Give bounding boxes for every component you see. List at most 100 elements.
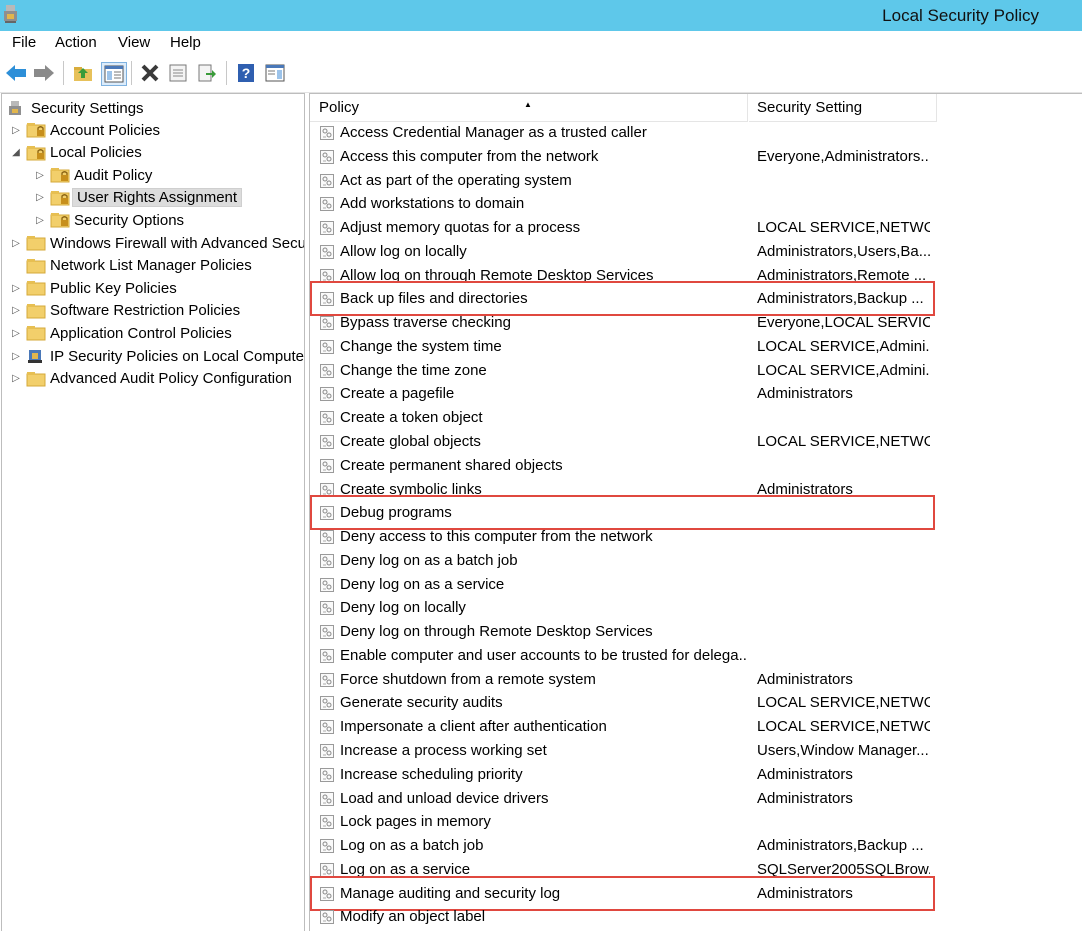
collapse-arrow-icon[interactable]: ◢: [10, 147, 22, 158]
tree-item[interactable]: ▷ Windows Firewall with Advanced Security: [10, 232, 305, 254]
tree-item-label: Public Key Policies: [50, 279, 177, 297]
console-tree[interactable]: Security Settings ▷ Account Policies ◢ Loca…: [1, 93, 305, 931]
security-setting: LOCAL SERVICE,Admini...: [757, 337, 930, 355]
show-action-pane-button[interactable]: [263, 62, 287, 84]
policy-list[interactable]: Policy ▲ Security Setting Access Credent…: [309, 93, 1082, 931]
help-button[interactable]: ?: [234, 62, 258, 84]
security-setting: Administrators: [757, 789, 853, 807]
security-setting: Users,Window Manager...: [757, 742, 929, 760]
policy-icon: [320, 696, 334, 711]
policy-row[interactable]: Deny log on through Remote Desktop Servi…: [310, 620, 1082, 644]
expand-arrow-icon[interactable]: ▷: [34, 170, 46, 181]
tree-item[interactable]: ◢ Local Policies: [10, 142, 142, 164]
security-setting: Administrators: [757, 765, 853, 783]
policy-icon: [320, 625, 334, 640]
tree-item[interactable]: ▷ Public Key Policies: [10, 277, 177, 299]
forward-icon: [34, 65, 54, 81]
menu-view[interactable]: View: [118, 34, 150, 51]
security-policy-app-icon[interactable]: [3, 3, 19, 25]
tree-item[interactable]: ▷ Software Restriction Policies: [10, 300, 240, 322]
policy-row[interactable]: Deny log on locally: [310, 596, 1082, 620]
column-header-policy[interactable]: Policy ▲: [310, 94, 748, 122]
expand-arrow-icon[interactable]: ▷: [34, 192, 46, 203]
policy-row[interactable]: Access this computer from the network Eve…: [310, 145, 1082, 169]
policy-row[interactable]: Increase scheduling priority Administrato…: [310, 763, 1082, 787]
policy-row[interactable]: Access Credential Manager as a trusted c…: [310, 121, 1082, 145]
policy-row[interactable]: Create a token object: [310, 406, 1082, 430]
export-list-button[interactable]: [195, 62, 219, 84]
policy-row[interactable]: Change the system time LOCAL SERVICE,Admi…: [310, 335, 1082, 359]
tree-item-label: User Rights Assignment: [72, 188, 243, 208]
policy-row[interactable]: Impersonate a client after authenticatio…: [310, 715, 1082, 739]
policy-row[interactable]: Log on as a batch job Administrators,Back…: [310, 834, 1082, 858]
policy-row[interactable]: Adjust memory quotas for a process LOCAL …: [310, 216, 1082, 240]
policy-row[interactable]: Add workstations to domain: [310, 192, 1082, 216]
expand-arrow-icon[interactable]: ▷: [10, 238, 22, 249]
expand-arrow-icon[interactable]: ▷: [10, 351, 22, 362]
policy-row[interactable]: Deny access to this computer from the ne…: [310, 525, 1082, 549]
up-one-level-button[interactable]: [71, 62, 95, 84]
properties-icon: [169, 64, 187, 82]
delete-button[interactable]: [138, 62, 162, 84]
column-header-security-setting[interactable]: Security Setting: [749, 94, 937, 122]
policy-icon: [320, 791, 334, 806]
policy-row[interactable]: Increase a process working set Users,Wind…: [310, 739, 1082, 763]
menu-action[interactable]: Action: [55, 34, 97, 51]
policy-row[interactable]: Change the time zone LOCAL SERVICE,Admini…: [310, 359, 1082, 383]
folder-icon: [26, 281, 46, 296]
menu-help-label: Help: [170, 34, 201, 51]
security-setting: Everyone,Administrators...: [757, 147, 930, 165]
expand-arrow-icon[interactable]: ▷: [10, 283, 22, 294]
policy-icon: [320, 601, 334, 616]
policy-icon: [320, 672, 334, 687]
tree-item[interactable]: ▷ Security Options: [34, 209, 184, 231]
toolbar: ?: [0, 55, 1082, 93]
up-folder-icon: [74, 67, 92, 81]
tree-item[interactable]: ▷ Application Control Policies: [10, 322, 232, 344]
policy-name: Modify an object label: [340, 908, 486, 926]
policy-row[interactable]: Allow log on locally Administrators,Users…: [310, 240, 1082, 264]
tree-item[interactable]: ▷ Audit Policy: [34, 164, 152, 186]
policy-icon: [320, 553, 334, 568]
policy-row[interactable]: Generate security audits LOCAL SERVICE,NE…: [310, 691, 1082, 715]
policy-name: Increase scheduling priority: [340, 765, 523, 783]
tree-item[interactable]: Network List Manager Policies: [10, 255, 252, 277]
tree-item[interactable]: ▷ IP Security Policies on Local Computer: [10, 345, 304, 367]
policy-row[interactable]: Lock pages in memory: [310, 810, 1082, 834]
policy-row[interactable]: Act as part of the operating system: [310, 169, 1082, 193]
policy-row[interactable]: Bypass traverse checking Everyone,LOCAL S…: [310, 311, 1082, 335]
expand-arrow-icon[interactable]: ▷: [10, 305, 22, 316]
menu-bar: File Action View Help: [0, 31, 1082, 55]
policy-row[interactable]: Force shutdown from a remote system Admin…: [310, 668, 1082, 692]
folder-lock-icon: [26, 145, 46, 161]
expand-arrow-icon[interactable]: ▷: [10, 328, 22, 339]
policy-row[interactable]: Modify an object label: [310, 905, 1082, 929]
menu-file[interactable]: File: [12, 34, 36, 51]
tree-root-security-settings[interactable]: Security Settings: [7, 97, 144, 119]
policy-row[interactable]: Create global objects LOCAL SERVICE,NETWO…: [310, 430, 1082, 454]
policy-row[interactable]: Deny log on as a batch job: [310, 549, 1082, 573]
show-hide-console-tree-button[interactable]: [101, 62, 127, 86]
policy-row[interactable]: Create permanent shared objects: [310, 454, 1082, 478]
policy-name: Deny log on as a service: [340, 575, 505, 593]
policy-row[interactable]: Deny log on as a service: [310, 573, 1082, 597]
policy-row[interactable]: Create a pagefile Administrators: [310, 382, 1082, 406]
back-button[interactable]: [4, 62, 28, 84]
forward-button[interactable]: [32, 62, 56, 84]
tree-item[interactable]: ▷ Account Policies: [10, 119, 160, 141]
tree-item-label: Windows Firewall with Advanced Security: [50, 234, 305, 252]
expand-arrow-icon[interactable]: ▷: [34, 215, 46, 226]
policy-icon: [320, 910, 334, 925]
tree-item[interactable]: ▷ Advanced Audit Policy Configuration: [10, 368, 292, 390]
properties-button[interactable]: [166, 62, 190, 84]
menu-file-label: File: [12, 34, 37, 51]
sort-ascending-icon: ▲: [524, 100, 532, 109]
policy-row[interactable]: Load and unload device drivers Administra…: [310, 787, 1082, 811]
expand-arrow-icon[interactable]: ▷: [10, 373, 22, 384]
ipsec-icon: [28, 350, 42, 363]
menu-help[interactable]: Help: [170, 34, 201, 51]
policy-name: Act as part of the operating system: [340, 171, 572, 189]
expand-arrow-icon[interactable]: ▷: [10, 125, 22, 136]
policy-row[interactable]: Enable computer and user accounts to be …: [310, 644, 1082, 668]
tree-item[interactable]: ▷ User Rights Assignment: [34, 187, 243, 209]
